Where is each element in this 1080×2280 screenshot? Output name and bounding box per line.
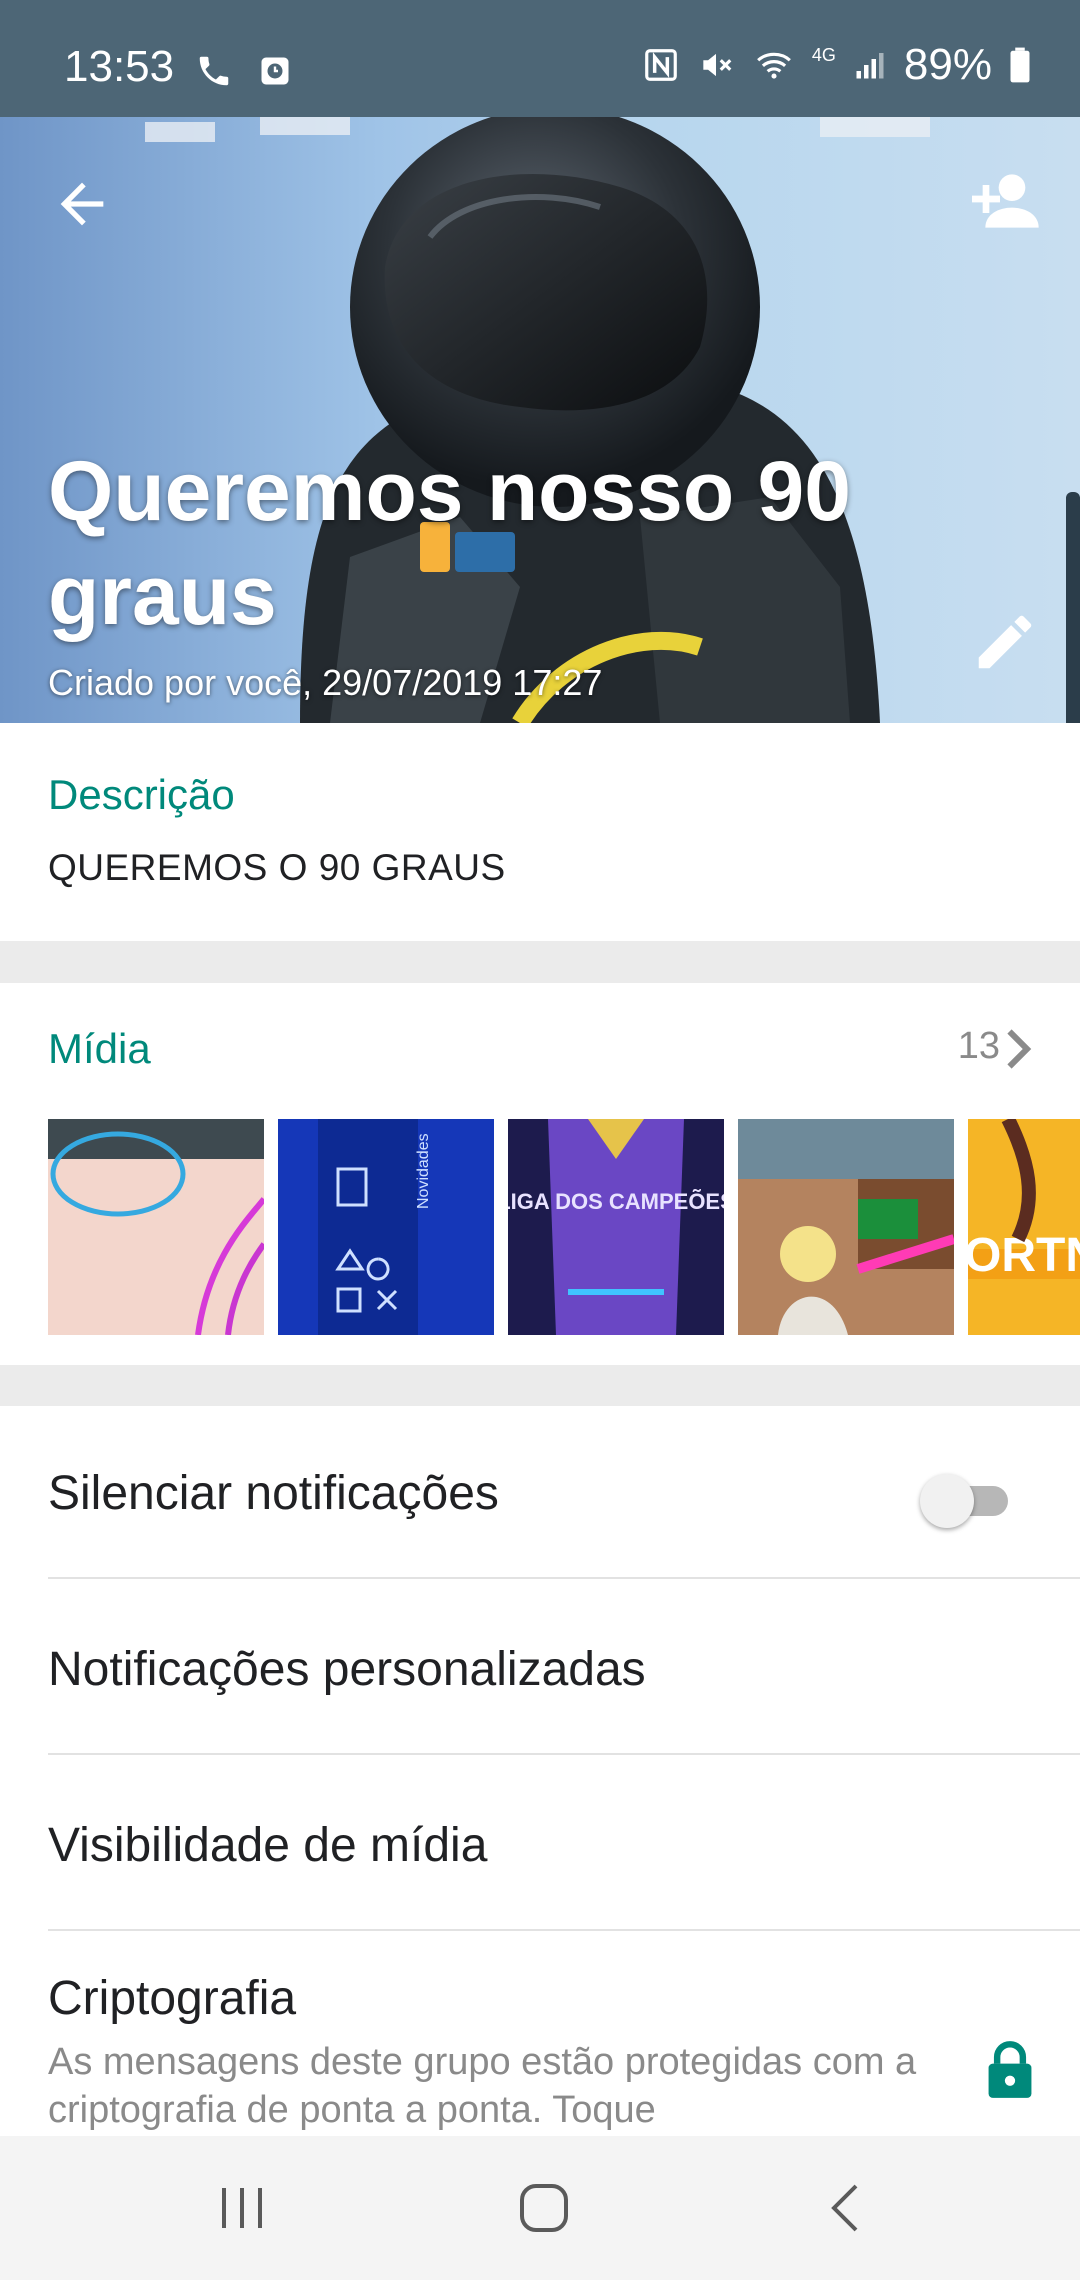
lock-icon	[988, 2041, 1032, 2098]
status-bar: 13:53 4G 89%	[0, 0, 1080, 117]
media-section: Mídia 13 Novidades LIGA DOS CAMPEÕES ORT	[0, 983, 1080, 1365]
signal-icon	[856, 53, 884, 79]
divider	[48, 1929, 1080, 1931]
encryption-row[interactable]: Criptografia As mensagens deste grupo es…	[48, 1971, 1032, 2134]
status-right-icons: 4G 89%	[642, 40, 1032, 90]
mute-notifications-row[interactable]: Silenciar notificações	[48, 1466, 1032, 1546]
thumbnail-text: LIGA DOS CAMPEÕES	[508, 1189, 724, 1214]
media-thumbnail[interactable]	[48, 1119, 264, 1335]
back-nav-icon[interactable]	[812, 2172, 884, 2244]
media-visibility-label: Visibilidade de mídia	[48, 1819, 488, 1872]
wifi-icon	[757, 52, 791, 79]
group-header: Queremos nosso 90 graus Criado por você,…	[0, 117, 1080, 723]
network-type: 4G	[811, 44, 836, 65]
media-visibility-row[interactable]: Visibilidade de mídia	[48, 1818, 1032, 1898]
media-thumbnail[interactable]: ORTNIT	[968, 1119, 1080, 1335]
divider	[48, 1753, 1080, 1755]
media-thumbnail[interactable]: Novidades	[278, 1119, 494, 1335]
edit-group-button[interactable]	[970, 607, 1040, 677]
toggle-thumb	[920, 1474, 974, 1528]
recent-apps-icon[interactable]	[206, 2172, 278, 2244]
battery-icon	[1010, 47, 1030, 83]
thumbnail-text: Novidades	[415, 1133, 432, 1209]
description-section[interactable]: Descrição QUEREMOS O 90 GRAUS	[0, 723, 1080, 941]
status-time: 13:53	[64, 42, 175, 91]
back-button[interactable]	[50, 172, 114, 236]
pencil-icon	[978, 615, 1032, 669]
custom-notifications-label: Notificações personalizadas	[48, 1643, 646, 1696]
divider	[48, 1577, 1080, 1579]
media-thumbnail[interactable]	[738, 1119, 954, 1335]
section-separator	[0, 941, 1080, 983]
media-thumbnail[interactable]: LIGA DOS CAMPEÕES	[508, 1119, 724, 1335]
clock-app-icon	[261, 57, 289, 85]
battery-percent: 89%	[903, 40, 992, 89]
home-icon[interactable]	[508, 2172, 580, 2244]
settings-section: Silenciar notificações Notificações pers…	[0, 1406, 1080, 2136]
vibrate-mute-icon	[703, 53, 732, 77]
custom-notifications-row[interactable]: Notificações personalizadas	[48, 1642, 1032, 1722]
system-navigation-bar	[0, 2136, 1080, 2280]
add-participant-button[interactable]	[966, 169, 1042, 233]
chevron-right-icon[interactable]	[1002, 1029, 1032, 1069]
phone-call-icon	[199, 56, 229, 86]
person-add-icon	[972, 174, 1039, 228]
status-left-icons	[195, 52, 293, 90]
arrow-left-icon	[60, 182, 104, 226]
media-count[interactable]: 13	[958, 1025, 1000, 1068]
mute-notifications-toggle[interactable]	[920, 1470, 1010, 1530]
mute-notifications-label: Silenciar notificações	[48, 1467, 499, 1520]
description-label: Descrição	[48, 771, 235, 818]
media-thumbnails: Novidades LIGA DOS CAMPEÕES ORT	[48, 1119, 1080, 1335]
encryption-description: As mensagens deste grupo estão protegida…	[48, 2041, 917, 2131]
section-separator	[0, 1365, 1080, 1406]
nfc-icon	[645, 49, 677, 81]
encryption-label: Criptografia	[48, 1972, 297, 2025]
media-label: Mídia	[48, 1025, 151, 1072]
group-title: Queremos nosso 90 graus	[48, 444, 851, 642]
description-text: QUEREMOS O 90 GRAUS	[48, 847, 506, 888]
group-created-info: Criado por você, 29/07/2019 17:27	[48, 662, 603, 703]
